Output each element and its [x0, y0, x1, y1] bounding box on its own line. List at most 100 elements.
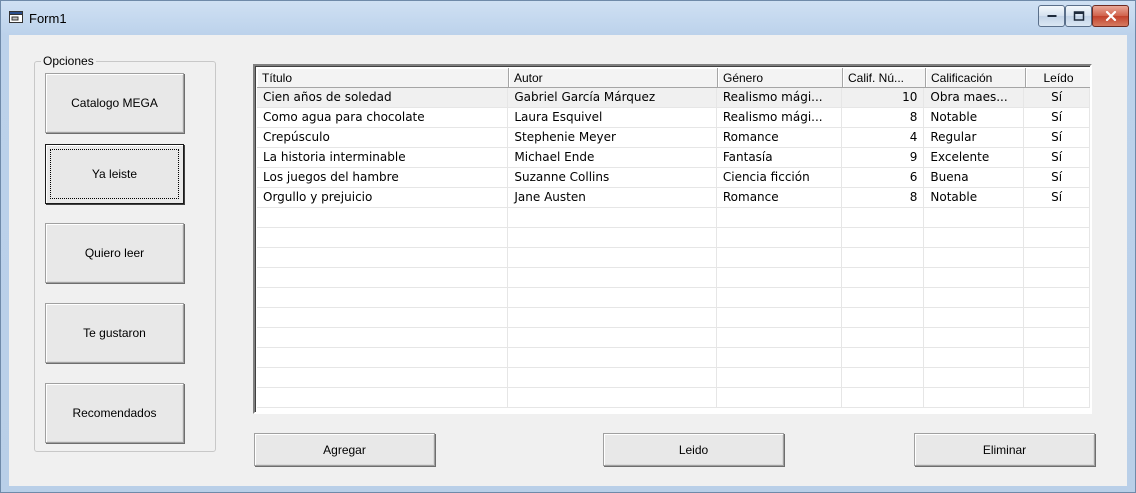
cell-titulo: Los juegos del hambre: [257, 168, 509, 187]
maximize-button[interactable]: [1065, 5, 1092, 27]
empty-cell: [257, 268, 509, 287]
cell-calif-numerica: 8: [842, 188, 925, 207]
title-bar[interactable]: Form1: [1, 1, 1135, 35]
table-row[interactable]: Crepúsculo Stephenie Meyer Romance 4 Regular…: [257, 128, 1090, 148]
cell-genero: Realismo mági...: [717, 88, 842, 107]
cell-autor: Jane Austen: [508, 188, 717, 207]
cell-autor: Gabriel García Márquez: [508, 88, 717, 107]
cell-leido: Sí: [1024, 108, 1090, 127]
empty-cell: [508, 268, 717, 287]
empty-cell: [257, 308, 509, 327]
empty-cell: [1024, 248, 1090, 267]
minimize-button[interactable]: [1038, 5, 1065, 27]
empty-cell: [717, 368, 842, 387]
empty-cell: [717, 228, 842, 247]
empty-cell: [717, 248, 842, 267]
column-header-calificacion[interactable]: Calificación: [926, 68, 1026, 88]
recomendados-label: Recomendados: [72, 406, 157, 420]
empty-cell: [717, 308, 842, 327]
minimize-icon: [1047, 15, 1056, 17]
column-header-autor[interactable]: Autor: [509, 68, 718, 88]
ya-leiste-button[interactable]: Ya leiste: [45, 144, 184, 204]
empty-cell: [1024, 388, 1090, 407]
listview-body: Cien años de soledad Gabriel García Márqu…: [257, 88, 1090, 412]
empty-row: [257, 288, 1090, 308]
catalogo-mega-button[interactable]: Catalogo MEGA: [45, 73, 184, 133]
leido-button[interactable]: Leido: [603, 433, 784, 466]
empty-cell: [257, 248, 509, 267]
empty-cell: [1024, 228, 1090, 247]
form-icon: [9, 11, 23, 23]
empty-cell: [257, 208, 509, 227]
empty-cell: [924, 308, 1025, 327]
catalogo-mega-label: Catalogo MEGA: [71, 96, 158, 110]
cell-leido: Sí: [1024, 148, 1090, 167]
empty-cell: [257, 288, 509, 307]
cell-genero: Fantasía: [717, 148, 842, 167]
eliminar-label: Eliminar: [982, 442, 1027, 457]
empty-cell: [717, 348, 842, 367]
column-header-titulo[interactable]: Título: [257, 68, 509, 88]
close-icon: [1105, 11, 1116, 21]
column-header-leido[interactable]: Leído: [1026, 68, 1090, 88]
cell-leido: Sí: [1024, 128, 1090, 147]
empty-cell: [924, 348, 1025, 367]
empty-cell: [924, 388, 1025, 407]
cell-calificacion: Excelente: [924, 148, 1025, 167]
books-listview[interactable]: Título Autor Género Calif. Nú... Calific…: [253, 64, 1092, 414]
empty-cell: [717, 328, 842, 347]
close-button[interactable]: [1092, 5, 1129, 27]
quiero-leer-label: Quiero leer: [84, 246, 145, 260]
cell-calificacion: Buena: [924, 168, 1025, 187]
empty-cell: [924, 228, 1025, 247]
empty-cell: [257, 388, 509, 407]
cell-calif-numerica: 8: [842, 108, 925, 127]
te-gustaron-button[interactable]: Te gustaron: [45, 303, 184, 363]
empty-cell: [924, 268, 1025, 287]
column-header-genero[interactable]: Género: [718, 68, 843, 88]
empty-cell: [717, 388, 842, 407]
empty-cell: [508, 368, 717, 387]
table-row[interactable]: Cien años de soledad Gabriel García Márqu…: [257, 88, 1090, 108]
cell-calif-numerica: 10: [842, 88, 925, 107]
cell-leido: Sí: [1024, 168, 1090, 187]
empty-cell: [508, 248, 717, 267]
empty-row: [257, 268, 1090, 288]
empty-row: [257, 208, 1090, 228]
listview-header: Título Autor Género Calif. Nú... Calific…: [257, 68, 1090, 88]
empty-cell: [842, 288, 925, 307]
recomendados-button[interactable]: Recomendados: [45, 383, 184, 443]
empty-row: [257, 328, 1090, 348]
table-row[interactable]: La historia interminable Michael Ende Fant…: [257, 148, 1090, 168]
empty-cell: [257, 228, 509, 247]
cell-autor: Stephenie Meyer: [508, 128, 717, 147]
empty-row: [257, 228, 1090, 248]
empty-cell: [508, 348, 717, 367]
empty-cell: [924, 248, 1025, 267]
table-row[interactable]: Orgullo y prejuicio Jane Austen Romance 8 No…: [257, 188, 1090, 208]
table-row[interactable]: Los juegos del hambre Suzanne Collins Cien…: [257, 168, 1090, 188]
empty-cell: [842, 368, 925, 387]
empty-cell: [1024, 328, 1090, 347]
empty-cell: [842, 308, 925, 327]
empty-cell: [842, 248, 925, 267]
eliminar-button[interactable]: Eliminar: [914, 433, 1095, 466]
empty-cell: [257, 328, 509, 347]
empty-cell: [924, 288, 1025, 307]
empty-cell: [924, 208, 1025, 227]
table-row[interactable]: Como agua para chocolate Laura Esquivel Re…: [257, 108, 1090, 128]
cell-autor: Michael Ende: [508, 148, 717, 167]
leido-label: Leido: [678, 442, 709, 457]
agregar-button[interactable]: Agregar: [254, 433, 435, 466]
cell-leido: Sí: [1024, 88, 1090, 107]
column-header-calif-numerica[interactable]: Calif. Nú...: [843, 68, 926, 88]
empty-cell: [508, 288, 717, 307]
options-group-label: Opciones: [41, 54, 96, 68]
te-gustaron-label: Te gustaron: [83, 326, 146, 340]
empty-cell: [1024, 268, 1090, 287]
empty-cell: [842, 268, 925, 287]
quiero-leer-button[interactable]: Quiero leer: [45, 223, 184, 283]
empty-row: [257, 388, 1090, 408]
maximize-icon: [1073, 11, 1084, 21]
cell-titulo: Crepúsculo: [257, 128, 509, 147]
